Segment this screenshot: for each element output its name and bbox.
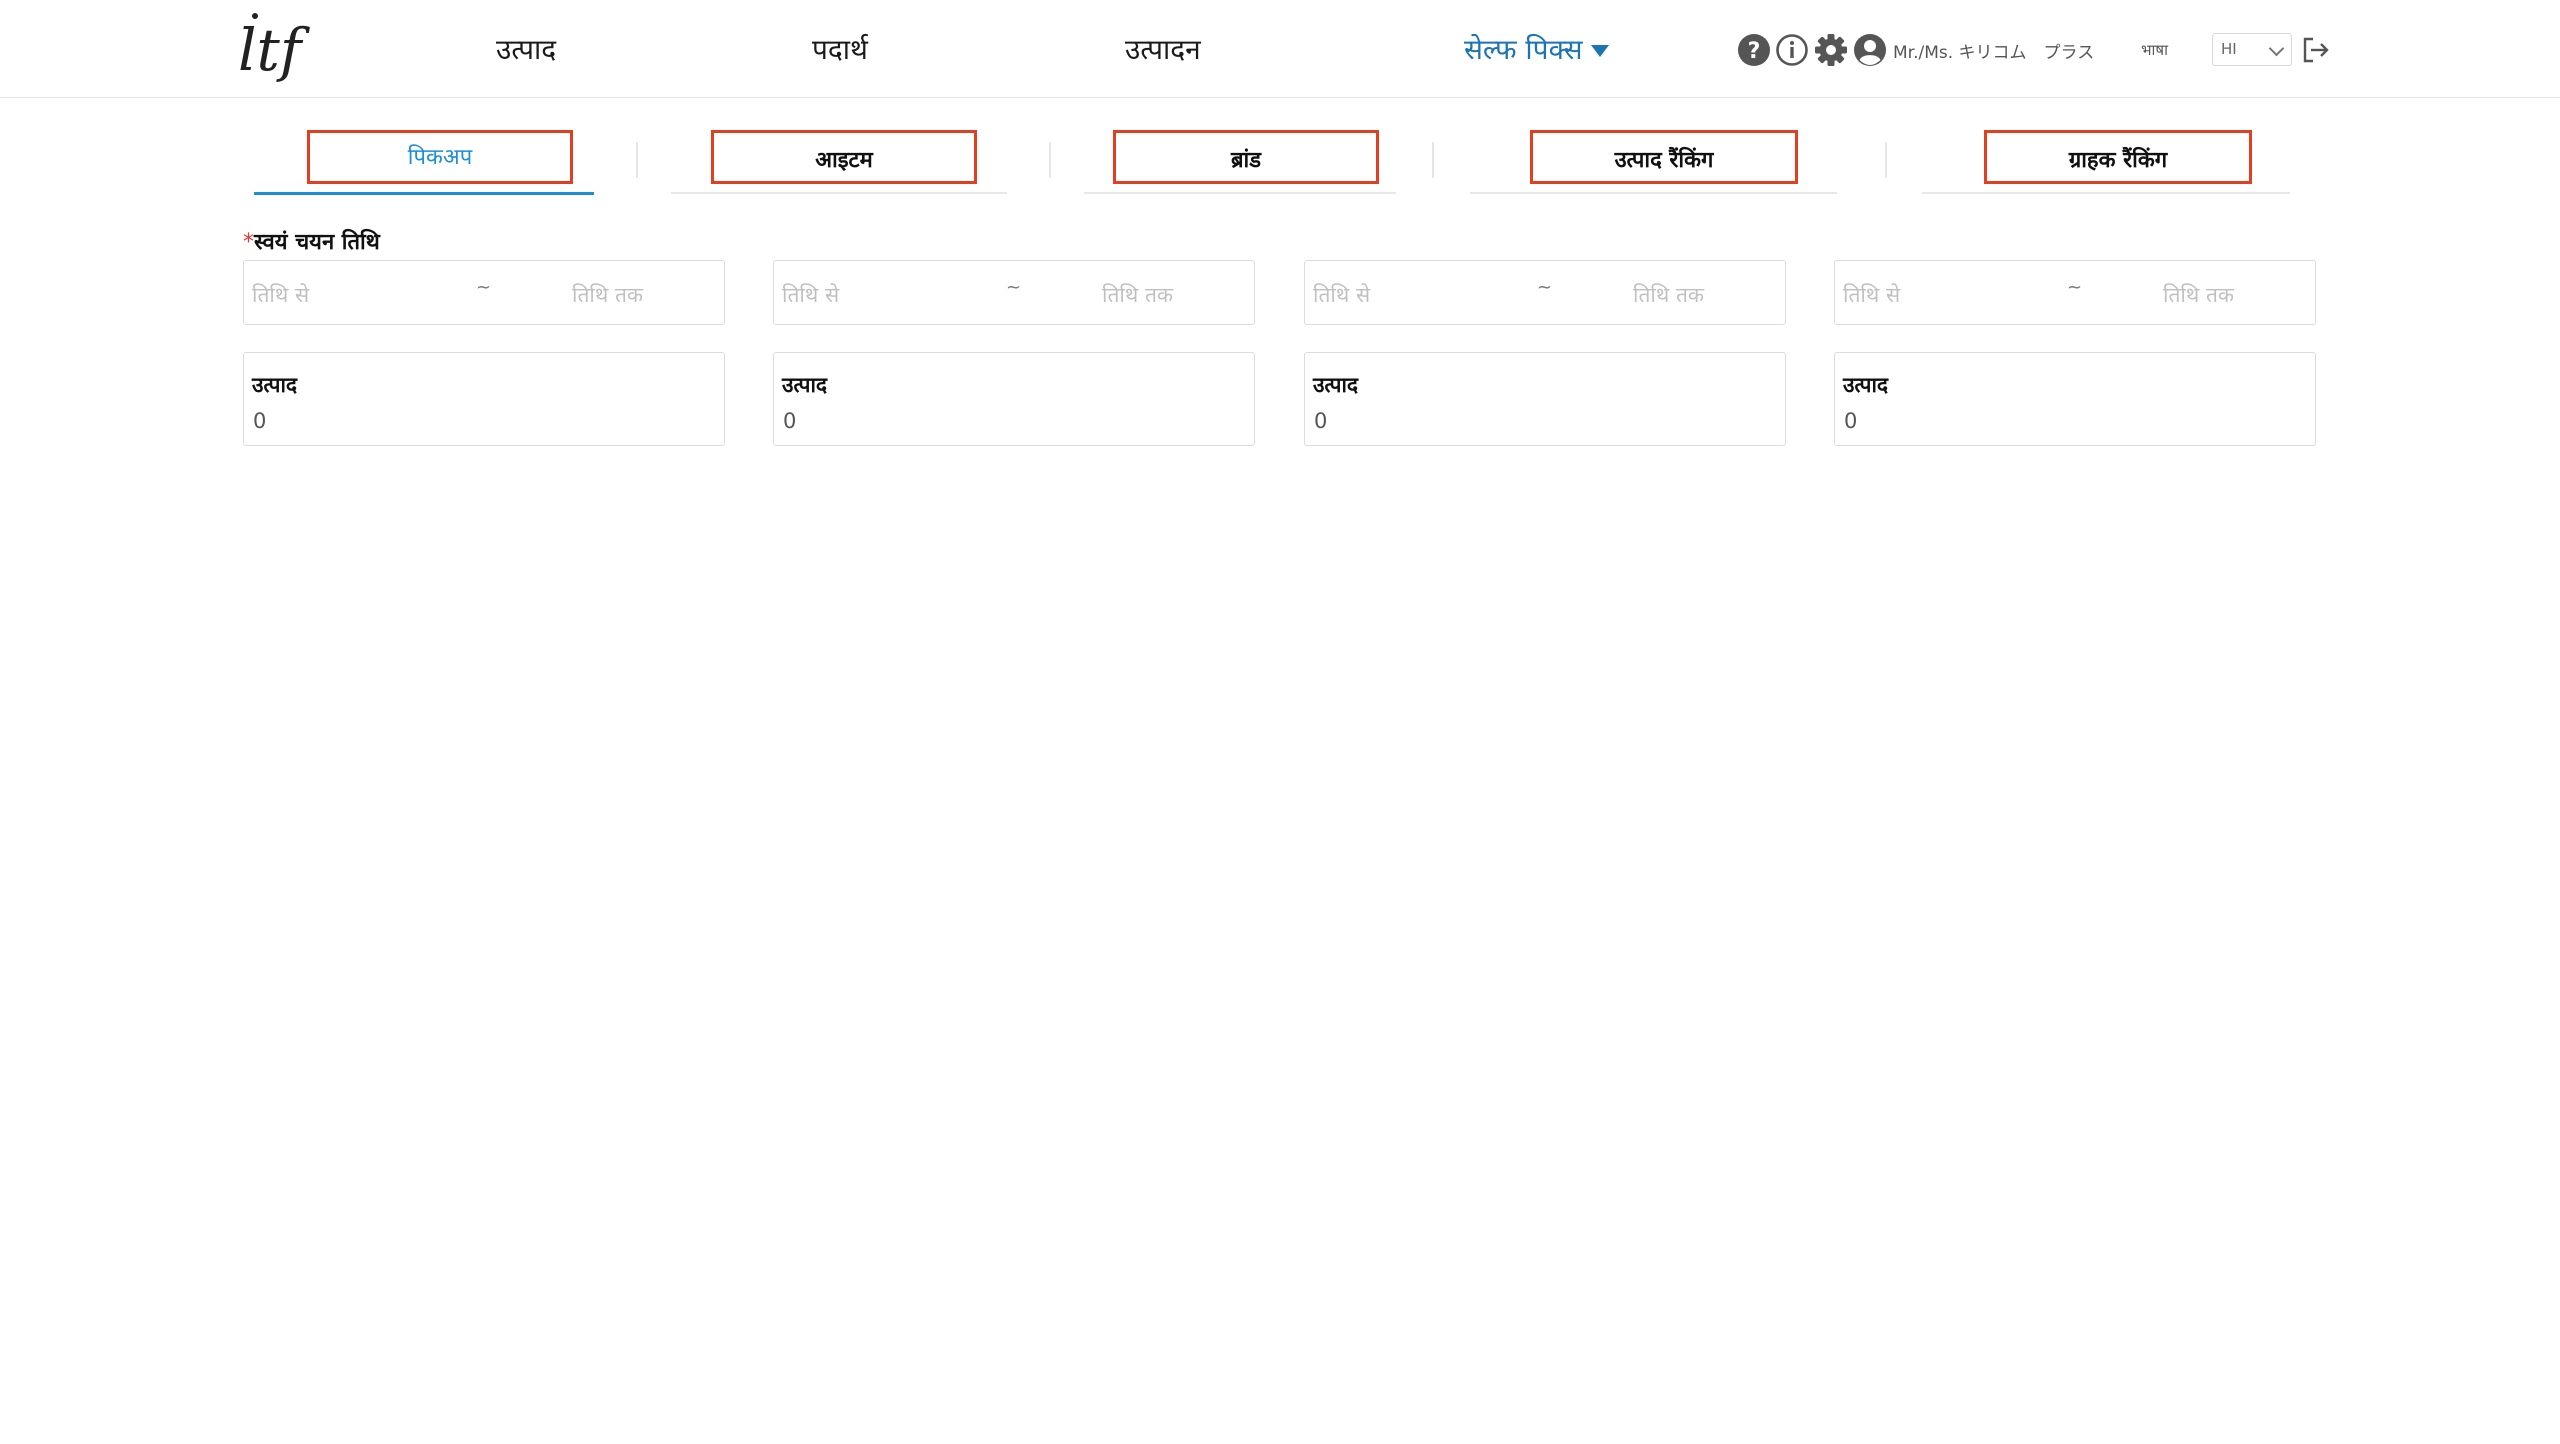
tab-label-product-ranking: उत्पाद रैंकिंग bbox=[1530, 130, 1798, 184]
required-mark: * bbox=[243, 230, 254, 255]
user-name[interactable]: Mr./Ms. キリコム プラス bbox=[1893, 38, 2094, 63]
date-from-placeholder[interactable]: तिथि से bbox=[1313, 281, 1370, 309]
svg-text:ltf: ltf bbox=[238, 16, 311, 84]
language-label: भाषा bbox=[2141, 41, 2168, 59]
top-header: ltf उत्पाद पदार्थ उत्पादन सेल्फ पिक्स ? … bbox=[0, 0, 2560, 98]
date-range-input[interactable]: तिथि से ~ तिथि तक bbox=[1304, 260, 1786, 325]
stat-card-value: 0 bbox=[1314, 409, 1328, 433]
chevron-down-icon bbox=[2268, 40, 2285, 57]
tab-label-item: आइटम bbox=[711, 130, 977, 184]
date-to-placeholder[interactable]: तिथि तक bbox=[2163, 281, 2234, 309]
stat-card-title: उत्पाद bbox=[782, 373, 828, 397]
stat-card-title: उत्पाद bbox=[252, 373, 298, 397]
self-pick-date-label: *स्वयं चयन तिथि bbox=[243, 226, 380, 256]
tab-divider bbox=[1049, 142, 1051, 178]
tab-label-customer-ranking: ग्राहक रैंकिंग bbox=[1984, 130, 2252, 184]
tab-brand[interactable]: ब्रांड bbox=[1084, 120, 1396, 194]
date-to-placeholder[interactable]: तिथि तक bbox=[1633, 281, 1704, 309]
date-from-placeholder[interactable]: तिथि से bbox=[252, 281, 309, 309]
nav-materials[interactable]: पदार्थ bbox=[812, 30, 868, 70]
nav-self-picks[interactable]: सेल्फ पिक्स bbox=[1464, 30, 1609, 70]
date-range-separator: ~ bbox=[1537, 277, 1553, 298]
svg-text:?: ? bbox=[1748, 39, 1761, 64]
tab-customer-ranking[interactable]: ग्राहक रैंकिंग bbox=[1922, 120, 2290, 194]
settings-gear-icon[interactable] bbox=[1814, 33, 1848, 67]
date-range-separator: ~ bbox=[2067, 277, 2083, 298]
date-from-placeholder[interactable]: तिथि से bbox=[1843, 281, 1900, 309]
date-range-input[interactable]: तिथि से ~ तिथि तक bbox=[773, 260, 1255, 325]
tab-label-pickup: पिकअप bbox=[307, 130, 573, 184]
stat-card: उत्पाद 0 bbox=[1304, 352, 1786, 446]
language-select[interactable]: HI bbox=[2212, 33, 2292, 66]
tab-pickup[interactable]: पिकअप bbox=[254, 120, 594, 195]
language-select-value: HI bbox=[2221, 40, 2237, 58]
nav-products[interactable]: उत्पाद bbox=[496, 30, 556, 70]
stat-card: उत्पाद 0 bbox=[243, 352, 725, 446]
nav-self-picks-label: सेल्फ पिक्स bbox=[1464, 33, 1583, 66]
stat-card-title: उत्पाद bbox=[1843, 373, 1889, 397]
date-range-separator: ~ bbox=[476, 277, 492, 298]
brand-logo[interactable]: ltf bbox=[236, 8, 316, 88]
self-pick-date-label-text: स्वयं चयन तिथि bbox=[254, 230, 380, 255]
date-range-input[interactable]: तिथि से ~ तिथि तक bbox=[1834, 260, 2316, 325]
report-tabs: पिकअप आइटम ब्रांड उत्पाद रैंकिंग ग्राहक … bbox=[0, 120, 2560, 200]
stat-card-value: 0 bbox=[1844, 409, 1858, 433]
stat-card: उत्पाद 0 bbox=[1834, 352, 2316, 446]
tab-divider bbox=[636, 142, 638, 178]
tab-divider bbox=[1885, 142, 1887, 178]
caret-down-icon bbox=[1590, 45, 1609, 57]
date-to-placeholder[interactable]: तिथि तक bbox=[1102, 281, 1173, 309]
date-from-placeholder[interactable]: तिथि से bbox=[782, 281, 839, 309]
info-icon[interactable] bbox=[1775, 33, 1809, 67]
stat-card-value: 0 bbox=[783, 409, 797, 433]
date-range-input[interactable]: तिथि से ~ तिथि तक bbox=[243, 260, 725, 325]
help-icon[interactable]: ? bbox=[1737, 33, 1771, 67]
nav-production[interactable]: उत्पादन bbox=[1125, 30, 1201, 70]
user-avatar-icon[interactable] bbox=[1853, 33, 1887, 67]
tab-label-brand: ब्रांड bbox=[1113, 130, 1379, 184]
stat-card-title: उत्पाद bbox=[1313, 373, 1359, 397]
tab-divider bbox=[1432, 142, 1434, 178]
tab-item[interactable]: आइटम bbox=[671, 120, 1007, 194]
date-to-placeholder[interactable]: तिथि तक bbox=[572, 281, 643, 309]
logout-icon[interactable] bbox=[2300, 34, 2332, 66]
tab-product-ranking[interactable]: उत्पाद रैंकिंग bbox=[1470, 120, 1837, 194]
date-range-separator: ~ bbox=[1006, 277, 1022, 298]
stat-card-value: 0 bbox=[253, 409, 267, 433]
stat-card: उत्पाद 0 bbox=[773, 352, 1255, 446]
